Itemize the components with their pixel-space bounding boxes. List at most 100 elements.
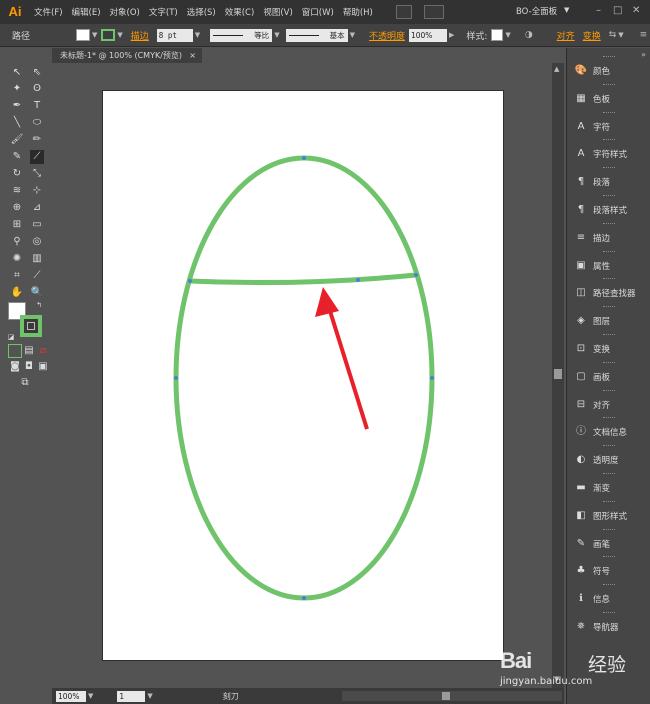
panel-item[interactable]: ◧ 图形样式	[567, 503, 650, 529]
panel-item[interactable]: 🎨 颜色	[567, 58, 650, 84]
panel-item[interactable]: ⊟ 对齐	[567, 392, 650, 418]
menu-type[interactable]: 文字(T)	[149, 6, 178, 18]
anchor-point[interactable]	[188, 279, 192, 283]
menu-help[interactable]: 帮助(H)	[343, 6, 373, 18]
zoom-field[interactable]: 100%	[56, 690, 86, 702]
knife-cut-line[interactable]	[189, 272, 417, 286]
chevron-down-icon[interactable]: ▼	[147, 692, 152, 700]
panel-menu-icon[interactable]: ≡	[640, 30, 648, 40]
horizontal-scroll-thumb[interactable]	[442, 692, 450, 700]
chevron-down-icon[interactable]: ▼	[618, 31, 623, 39]
close-window-button[interactable]: ✕	[632, 5, 640, 16]
panel-item[interactable]: ▬ 渐变	[567, 475, 650, 501]
document-tab[interactable]: 未标题-1* @ 100% (CMYK/预览) ×	[52, 48, 202, 63]
mesh-tool-icon[interactable]: ⊞	[10, 218, 24, 232]
panel-item[interactable]: A 字符样式	[567, 141, 650, 167]
direct-selection-tool-icon[interactable]: ⇖	[30, 66, 44, 80]
pen-tool-icon[interactable]: ✒	[10, 99, 24, 113]
lasso-tool-icon[interactable]: ʘ	[30, 82, 44, 96]
menu-view[interactable]: 视图(V)	[263, 6, 292, 18]
slice-tool-icon[interactable]: ⟋	[30, 269, 44, 283]
stroke-weight-field[interactable]: 8 pt	[156, 28, 193, 42]
align-panel-link[interactable]: 对齐	[557, 29, 575, 42]
panel-item[interactable]: ✎ 画笔	[567, 531, 650, 557]
panel-item[interactable]: ▣ 属性	[567, 253, 650, 279]
menu-edit[interactable]: 编辑(E)	[72, 6, 101, 18]
panel-item[interactable]: ◫ 路径查找器	[567, 280, 650, 306]
artboard[interactable]	[102, 90, 504, 661]
artboard-tool-icon[interactable]: ⌗	[10, 269, 24, 283]
opacity-field[interactable]: 100%	[408, 28, 447, 42]
variable-width-profile[interactable]: 等比	[210, 28, 273, 42]
chevron-down-icon[interactable]: ▼	[564, 6, 569, 14]
anchor-point[interactable]	[302, 156, 306, 160]
opacity-panel-link[interactable]: 不透明度	[369, 29, 405, 42]
scroll-up-icon[interactable]: ▲	[554, 65, 559, 73]
stroke-box[interactable]	[20, 315, 42, 337]
symbol-sprayer-tool-icon[interactable]: ✺	[10, 252, 24, 266]
free-transform-tool-icon[interactable]: ⊹	[30, 184, 44, 198]
close-icon[interactable]: ×	[189, 48, 196, 63]
panel-item[interactable]: ▢ 画板	[567, 364, 650, 390]
draw-normal-icon[interactable]: ◙	[8, 360, 22, 374]
panel-item[interactable]: ✵ 导航器	[567, 614, 650, 640]
panel-item[interactable]: ℹ 信息	[567, 586, 650, 612]
panel-item[interactable]: A 字符	[567, 114, 650, 140]
panel-item[interactable]: ⓘ 文档信息	[567, 419, 650, 445]
vertical-scrollbar[interactable]: ▲ ▼	[552, 63, 564, 688]
chevron-down-icon[interactable]: ▼	[274, 31, 279, 39]
panel-item[interactable]: ◐ 透明度	[567, 447, 650, 473]
panel-item[interactable]: ¶ 段落	[567, 169, 650, 195]
stroke-panel-link[interactable]: 描边	[131, 29, 149, 42]
anchor-point[interactable]	[174, 376, 178, 380]
canvas-area[interactable]	[52, 63, 552, 688]
selection-tool-icon[interactable]: ↖	[10, 66, 24, 80]
eyedropper-tool-icon[interactable]: ⚲	[10, 235, 24, 249]
width-tool-icon[interactable]: ≋	[10, 184, 24, 198]
menu-object[interactable]: 对象(O)	[110, 6, 140, 18]
rotate-tool-icon[interactable]: ↻	[10, 167, 24, 181]
column-graph-tool-icon[interactable]: ▥	[30, 252, 44, 266]
fill-color-swatch[interactable]	[76, 29, 90, 41]
chevron-down-icon[interactable]: ▼	[195, 31, 200, 39]
menu-select[interactable]: 选择(S)	[187, 6, 216, 18]
minimize-button[interactable]: –	[596, 5, 601, 16]
workspace-switcher[interactable]: BO-全面板	[516, 5, 557, 17]
brush-definition[interactable]: 基本	[285, 28, 348, 42]
stroke-color-swatch[interactable]	[101, 29, 116, 41]
hand-tool-icon[interactable]: ✋	[10, 286, 24, 300]
swap-colors-icon[interactable]: ↰	[32, 298, 46, 312]
gradient-tool-icon[interactable]: ▭	[30, 218, 44, 232]
shape-builder-tool-icon[interactable]: ⊕	[10, 201, 24, 215]
panel-item[interactable]: ⊡ 变换	[567, 336, 650, 362]
anchor-point[interactable]	[430, 376, 434, 380]
vertical-scroll-thumb[interactable]	[554, 369, 562, 379]
chevron-down-icon[interactable]: ▼	[88, 692, 93, 700]
anchor-point[interactable]	[302, 596, 306, 600]
blob-brush-tool-icon[interactable]: ✎	[10, 150, 24, 164]
artwork[interactable]	[103, 91, 505, 662]
chevron-down-icon[interactable]: ▼	[117, 31, 122, 39]
gradient-mode-icon[interactable]: ▤	[22, 344, 36, 358]
isolate-icon[interactable]: ⇆	[609, 30, 617, 40]
chevron-right-icon[interactable]: ▶	[449, 31, 454, 39]
graphic-style-swatch[interactable]	[491, 29, 504, 41]
transform-panel-link[interactable]: 变换	[583, 29, 601, 42]
panel-item[interactable]: ¶ 段落样式	[567, 197, 650, 223]
panel-item[interactable]: ♣ 符号	[567, 558, 650, 584]
panel-item[interactable]: ▦ 色板	[567, 86, 650, 112]
scale-tool-icon[interactable]: ⤡	[30, 167, 44, 181]
menu-window[interactable]: 窗口(W)	[302, 6, 334, 18]
menu-effect[interactable]: 效果(C)	[225, 6, 255, 18]
current-tool-status[interactable]: 刻刀	[223, 691, 239, 702]
chevron-down-icon[interactable]: ▼	[92, 31, 97, 39]
blend-tool-icon[interactable]: ◎	[30, 235, 44, 249]
none-mode-icon[interactable]: ⧄	[36, 344, 50, 358]
color-mode-icon[interactable]	[8, 344, 22, 358]
bridge-button[interactable]	[395, 5, 412, 19]
chevron-down-icon[interactable]: ▼	[350, 31, 355, 39]
draw-inside-icon[interactable]: ▣	[36, 360, 50, 374]
paintbrush-tool-icon[interactable]: 🖌	[10, 133, 24, 147]
panel-item[interactable]: ≡ 描边	[567, 225, 650, 251]
ellipse-tool-icon[interactable]: ⬭	[30, 116, 44, 130]
